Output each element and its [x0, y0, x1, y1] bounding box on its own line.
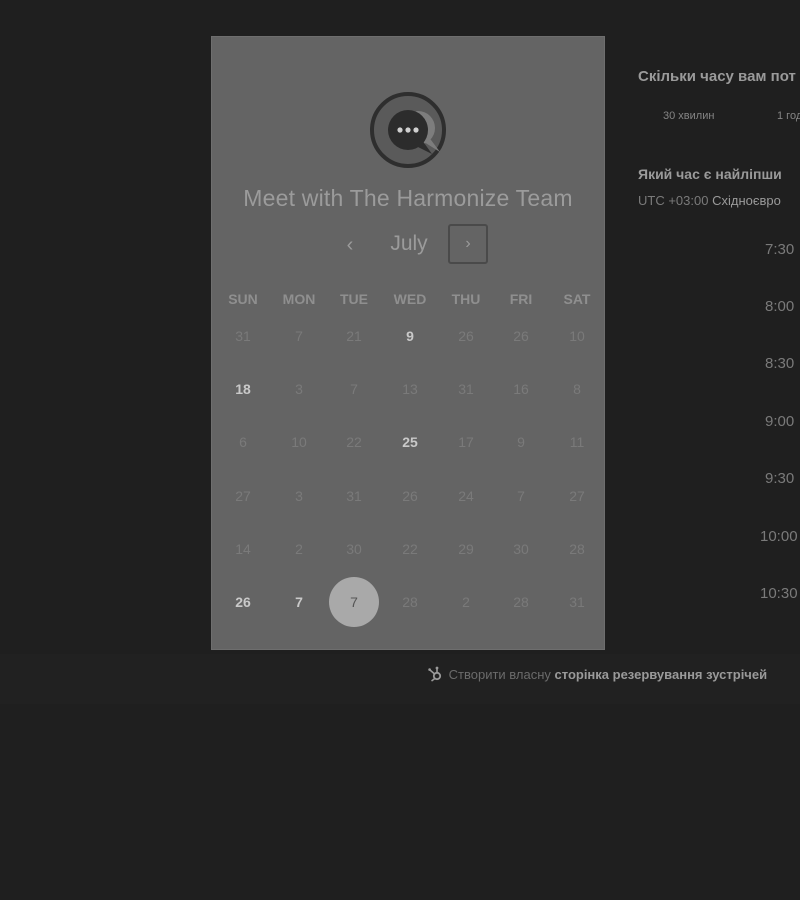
calendar-day: 6 [239, 434, 247, 450]
calendar-day: 3 [295, 488, 303, 504]
hubspot-sprocket-icon [428, 666, 442, 682]
calendar-day: 2 [462, 594, 470, 610]
month-navigation: ‹ July › [212, 224, 604, 268]
calendar-day: 17 [458, 434, 474, 450]
duration-option-30[interactable]: 30 хвилин [663, 110, 714, 122]
calendar-day: 11 [569, 434, 585, 450]
calendar-day: 22 [402, 541, 418, 557]
duration-question: Скільки часу вам пот [638, 68, 796, 85]
calendar-day: 26 [458, 328, 474, 344]
calendar-day: 26 [402, 488, 418, 504]
timezone-offset: UTC +03:00 [638, 193, 709, 208]
calendar-day: 10 [569, 328, 585, 344]
calendar-day: 28 [569, 541, 585, 557]
footer-text: Створити власну сторінка резервування зу… [427, 666, 767, 682]
next-month-button[interactable]: › [448, 224, 488, 264]
calendar-day: 26 [513, 328, 529, 344]
time-slot[interactable]: 8:30 [765, 355, 794, 372]
calendar-day: 30 [346, 541, 362, 557]
weekday-sun: SUN [228, 291, 258, 307]
calendar-day: 21 [346, 328, 362, 344]
footer-prefix: Створити власну [448, 667, 551, 682]
calendar-day: 27 [569, 488, 585, 504]
timezone-selector[interactable]: UTC +03:00 Східноєвро [638, 193, 781, 208]
calendar-day: 31 [346, 488, 362, 504]
chat-bubble-logo-icon [370, 92, 446, 168]
calendar-day: 31 [569, 594, 585, 610]
time-slot[interactable]: 9:30 [765, 470, 794, 487]
calendar-day: 27 [235, 488, 251, 504]
calendar-day: 7 [517, 488, 525, 504]
weekday-header: SUN MON TUE WED THU FRI SAT [212, 291, 604, 309]
calendar-day: 7 [350, 381, 358, 397]
calendar-day[interactable]: 25 [382, 427, 438, 457]
calendar-day[interactable]: 26 [215, 587, 271, 617]
meeting-title: Meet with The Harmonize Team [243, 185, 573, 211]
calendar-day: 14 [235, 541, 251, 557]
calendar-day: 3 [295, 381, 303, 397]
calendar-day: 22 [346, 434, 362, 450]
calendar-day: 10 [291, 434, 307, 450]
calendar-day: 13 [402, 381, 418, 397]
month-label: July [390, 232, 428, 255]
calendar-day: 30 [513, 541, 529, 557]
time-slot[interactable]: 8:00 [765, 298, 794, 315]
weekday-tue: TUE [340, 291, 368, 307]
calendar-day-selected[interactable]: 7 [329, 577, 379, 627]
prev-month-button[interactable]: ‹ [336, 231, 364, 259]
calendar-day: 9 [517, 434, 525, 450]
duration-option-60[interactable]: 1 год [777, 110, 800, 122]
footer-bar: Створити власну сторінка резервування зу… [0, 654, 800, 704]
calendar-day[interactable]: 9 [382, 321, 438, 351]
create-booking-page-link[interactable]: сторінка резервування зустрічей [555, 667, 768, 682]
calendar-day: 28 [513, 594, 529, 610]
weekday-fri: FRI [509, 291, 533, 307]
time-question: Який час є найліпши [638, 166, 782, 182]
calendar-day: 24 [458, 488, 474, 504]
weekday-wed: WED [393, 291, 427, 307]
calendar-day: 28 [402, 594, 418, 610]
time-slot[interactable]: 10:00 [760, 528, 798, 545]
calendar-card: Meet with The Harmonize Team ‹ July › SU… [211, 36, 605, 650]
time-slot[interactable]: 9:00 [765, 413, 794, 430]
time-slot[interactable]: 7:30 [765, 241, 794, 258]
calendar-day: 2 [295, 541, 303, 557]
weekday-thu: THU [451, 291, 481, 307]
calendar-day[interactable]: 7 [271, 587, 327, 617]
booking-details-panel: Скільки часу вам пот 30 хвилин 1 год Яки… [638, 0, 800, 650]
timezone-name: Східноєвро [712, 193, 781, 208]
calendar-day: 8 [573, 381, 581, 397]
weekday-sat: SAT [563, 291, 591, 307]
time-slot[interactable]: 10:30 [760, 585, 798, 602]
calendar-day: 29 [458, 541, 474, 557]
weekday-mon: MON [282, 291, 316, 307]
calendar-day: 31 [458, 381, 474, 397]
calendar-day: 31 [235, 328, 251, 344]
calendar-day: 16 [513, 381, 529, 397]
calendar-day[interactable]: 18 [215, 374, 271, 404]
chevron-right-icon: › [465, 235, 471, 252]
calendar-day: 7 [295, 328, 303, 344]
chevron-left-icon: ‹ [346, 234, 354, 256]
